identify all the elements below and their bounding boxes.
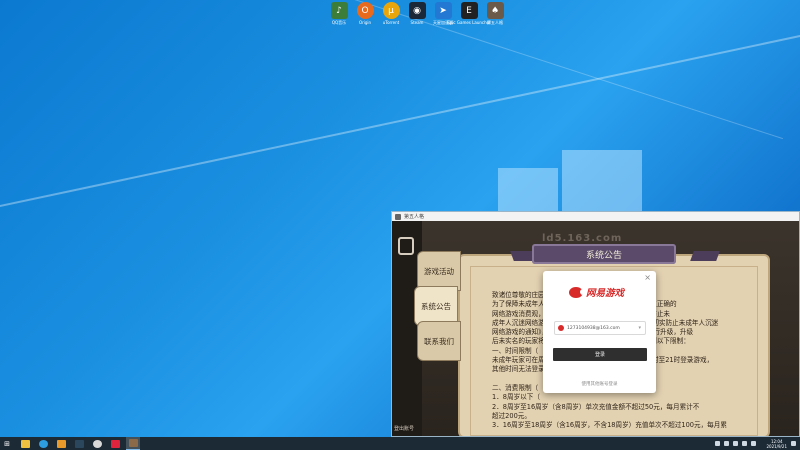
- edge-icon: [38, 439, 48, 448]
- desktop-icon-utorrent[interactable]: µ uTorrent: [380, 2, 402, 25]
- window-titlebar[interactable]: 第五人格: [392, 212, 799, 221]
- brand-name: 网易游戏: [586, 288, 625, 299]
- chevron-up-icon[interactable]: [715, 441, 721, 446]
- taskbar-steam[interactable]: [72, 437, 86, 450]
- desktop-icons: ♪ QQ音乐 O Origin µ uTorrent ◉ Steam ➤ 天星加…: [328, 2, 506, 25]
- desktop-icon-origin[interactable]: O Origin: [354, 2, 376, 25]
- identity-v-icon: ♠: [486, 2, 504, 19]
- app-icon: [110, 439, 120, 448]
- window-title: 第五人格: [404, 214, 425, 220]
- accelerator-icon: ➤: [434, 2, 452, 19]
- taskbar-edge[interactable]: [36, 437, 50, 450]
- login-dialog: × 网易游戏 1273104938@163.com ▾ 登录 使用其他账号登录: [543, 271, 656, 393]
- taskbar-apps: [18, 437, 140, 450]
- tab-game-events[interactable]: 游戏活动: [417, 251, 461, 291]
- other-account-link[interactable]: 使用其他账号登录: [543, 381, 656, 387]
- menu-icon[interactable]: [398, 237, 414, 255]
- folder-icon: [56, 439, 66, 448]
- network-icon[interactable]: [724, 441, 730, 446]
- login-button[interactable]: 登录: [553, 348, 647, 361]
- ime-icon[interactable]: [751, 441, 757, 446]
- steam-taskbar-icon: [74, 439, 84, 448]
- windows-logo-wallpaper: [498, 150, 642, 212]
- taskbar-browser[interactable]: [90, 437, 104, 450]
- start-button[interactable]: ⊞: [0, 437, 14, 450]
- taskbar-app[interactable]: [108, 437, 122, 450]
- steam-icon: ◉: [408, 2, 426, 19]
- file-explorer-icon: [20, 439, 30, 448]
- account-type-icon: [558, 325, 564, 331]
- notice-line: 3．16周岁至18周岁（含16周岁，不含18周岁）充值单次不超过100元，每月累: [492, 421, 727, 430]
- notice-line: 超过200元。: [492, 411, 531, 420]
- background-site-text: ld5.163.com: [542, 233, 623, 244]
- taskbar: ⊞ 12:04 2021/9/21: [0, 437, 800, 450]
- taskbar-folder[interactable]: [54, 437, 68, 450]
- notice-line: 1．8周岁以下（: [492, 393, 540, 402]
- epic-games-icon: E: [460, 2, 478, 19]
- logout-label[interactable]: 登出账号: [394, 425, 414, 432]
- taskbar-file-explorer[interactable]: [18, 437, 32, 450]
- tab-system-notice[interactable]: 系统公告: [414, 286, 458, 326]
- wallpaper-light-beam: [0, 16, 800, 226]
- notification-icon[interactable]: [791, 441, 796, 446]
- desktop-icon-steam[interactable]: ◉ Steam: [406, 2, 428, 25]
- notice-line: 2．8周岁至16周岁（含8周岁）单次充值金额不超过50元，每月累计不: [492, 402, 700, 411]
- account-select[interactable]: 1273104938@163.com ▾: [554, 321, 646, 335]
- game-taskbar-icon: [128, 439, 138, 447]
- clock[interactable]: 12:04 2021/9/21: [766, 439, 787, 449]
- browser-icon: [92, 439, 102, 448]
- desktop-icon-epic-games[interactable]: E Epic Games Launcher: [447, 2, 491, 25]
- desktop-icon-qq-music[interactable]: ♪ QQ音乐: [328, 2, 350, 25]
- origin-icon: O: [356, 2, 374, 19]
- utorrent-icon: µ: [382, 2, 400, 19]
- tab-contact-us[interactable]: 联系我们: [417, 321, 461, 361]
- netease-games-logo: 网易游戏: [569, 285, 624, 299]
- account-value: 1273104938@163.com: [567, 325, 620, 331]
- clock-date: 2021/9/21: [766, 443, 787, 449]
- app-icon: [395, 213, 401, 220]
- close-icon[interactable]: ×: [644, 273, 651, 282]
- battery-icon[interactable]: [742, 441, 748, 446]
- qq-music-icon: ♪: [330, 2, 348, 19]
- volume-icon[interactable]: [733, 441, 739, 446]
- desktop-icon-identity-v[interactable]: ♠ 第五人格: [484, 2, 506, 25]
- taskbar-game[interactable]: [126, 437, 140, 450]
- notice-banner-title: 系统公告: [532, 244, 676, 264]
- chevron-down-icon[interactable]: ▾: [638, 325, 641, 331]
- netease-logo-icon: [569, 286, 586, 298]
- system-tray: 12:04 2021/9/21: [715, 437, 796, 450]
